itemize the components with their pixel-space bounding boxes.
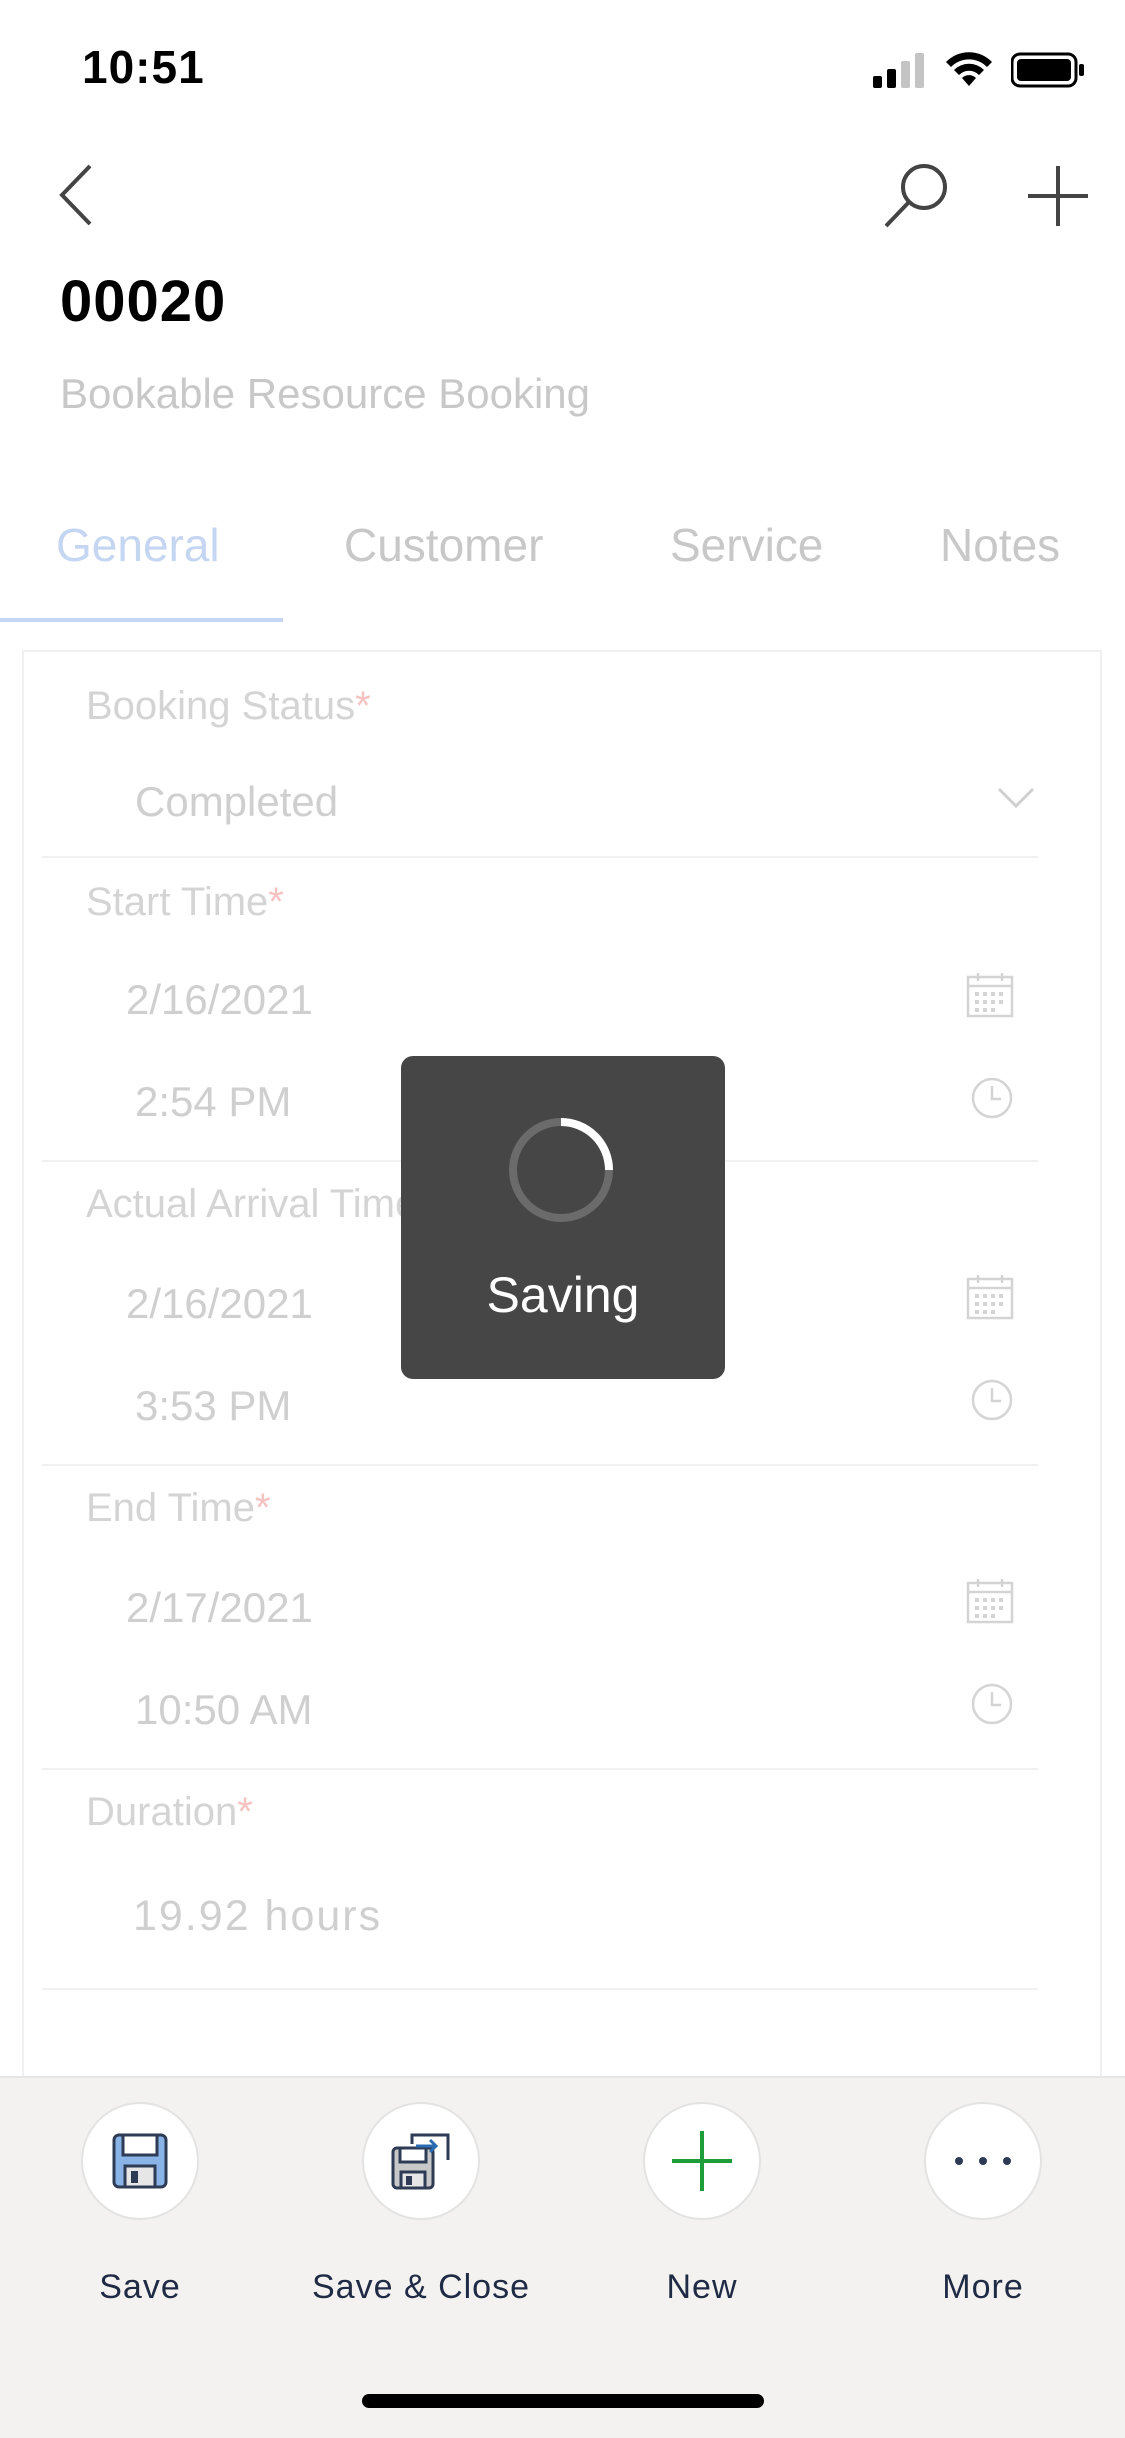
more-label: More	[942, 2268, 1024, 2306]
home-indicator[interactable]	[362, 2394, 764, 2408]
save-button-circle[interactable]	[81, 2102, 199, 2220]
duration-value[interactable]: 19.92 hours	[133, 1892, 382, 1941]
start-date-value[interactable]: 2/16/2021	[126, 976, 313, 1024]
status-time: 10:51	[82, 41, 205, 93]
tab-customer[interactable]: Customer	[344, 518, 543, 572]
duration-label-text: Duration	[86, 1790, 238, 1834]
required-mark: *	[355, 684, 371, 728]
actual-arrival-date-picker[interactable]	[966, 1274, 1014, 1325]
clock-icon	[971, 1379, 1013, 1421]
booking-status-label-text: Booking Status	[86, 684, 356, 728]
search-button[interactable]	[880, 160, 952, 237]
status-icons	[871, 52, 1085, 88]
save-and-close-button-circle[interactable]	[362, 2102, 480, 2220]
saving-overlay: Saving	[401, 1056, 725, 1379]
calendar-icon	[966, 973, 1014, 1018]
actual-arrival-time-value[interactable]: 3:53 PM	[135, 1382, 291, 1430]
tab-service[interactable]: Service	[670, 518, 823, 572]
status-bar: 10:51	[0, 0, 1125, 140]
clock-icon	[971, 1683, 1013, 1725]
booking-status-section	[42, 652, 1038, 858]
duration-label: Duration*	[86, 1790, 253, 1835]
loading-spinner-icon	[509, 1118, 613, 1222]
start-time-value[interactable]: 2:54 PM	[135, 1078, 291, 1126]
save-icon	[112, 2133, 168, 2189]
end-time-label-text: End Time	[86, 1486, 255, 1530]
back-button[interactable]	[52, 160, 102, 235]
start-date-picker[interactable]	[966, 972, 1014, 1023]
actual-arrival-time-picker[interactable]	[970, 1378, 1014, 1427]
save-and-close-label: Save & Close	[312, 2268, 530, 2306]
chevron-down-icon	[997, 787, 1035, 809]
required-mark: *	[254, 1486, 271, 1530]
add-button[interactable]	[1024, 162, 1092, 235]
record-title: 00020	[60, 269, 227, 334]
end-time-value[interactable]: 10:50 AM	[135, 1686, 312, 1734]
search-icon	[884, 164, 947, 228]
battery-icon	[1011, 52, 1084, 88]
end-date-picker[interactable]	[966, 1578, 1014, 1629]
end-time-label: End Time*	[86, 1486, 271, 1531]
plus-icon	[1028, 166, 1088, 226]
start-time-label-text: Start Time	[86, 880, 269, 924]
save-label: Save	[99, 2268, 181, 2306]
more-icon	[955, 2157, 1011, 2165]
calendar-icon	[966, 1579, 1014, 1624]
actual-arrival-label: Actual Arrival Time	[86, 1182, 418, 1226]
wifi-icon	[946, 52, 992, 86]
more-button-circle[interactable]	[924, 2102, 1042, 2220]
required-mark: *	[237, 1790, 253, 1834]
new-label: New	[666, 2268, 738, 2306]
new-button-circle[interactable]	[643, 2102, 761, 2220]
booking-status-dropdown[interactable]	[996, 786, 1036, 815]
record-subtitle: Bookable Resource Booking	[60, 370, 591, 417]
tab-general[interactable]: General	[56, 518, 220, 572]
command-bar: Save Save & Close New More	[0, 2076, 1125, 2438]
end-date-value[interactable]: 2/17/2021	[126, 1584, 313, 1632]
tab-bar: General Customer Service Notes	[0, 518, 1125, 626]
start-time-label: Start Time*	[86, 880, 284, 925]
booking-status-value[interactable]: Completed	[135, 778, 338, 826]
chevron-left-icon	[59, 164, 92, 226]
clock-icon	[971, 1077, 1013, 1119]
saving-text: Saving	[486, 1267, 640, 1323]
booking-status-label: Booking Status*	[86, 684, 371, 729]
save-and-close-icon	[391, 2133, 450, 2190]
plus-icon	[672, 2131, 732, 2191]
end-time-picker[interactable]	[970, 1682, 1014, 1731]
cellular-signal-icon	[873, 53, 924, 88]
active-tab-indicator	[0, 618, 283, 622]
required-mark: *	[268, 880, 284, 924]
calendar-icon	[966, 1275, 1014, 1320]
start-time-picker[interactable]	[970, 1076, 1014, 1125]
tab-notes[interactable]: Notes	[940, 518, 1060, 572]
actual-arrival-date-value[interactable]: 2/16/2021	[126, 1280, 313, 1328]
